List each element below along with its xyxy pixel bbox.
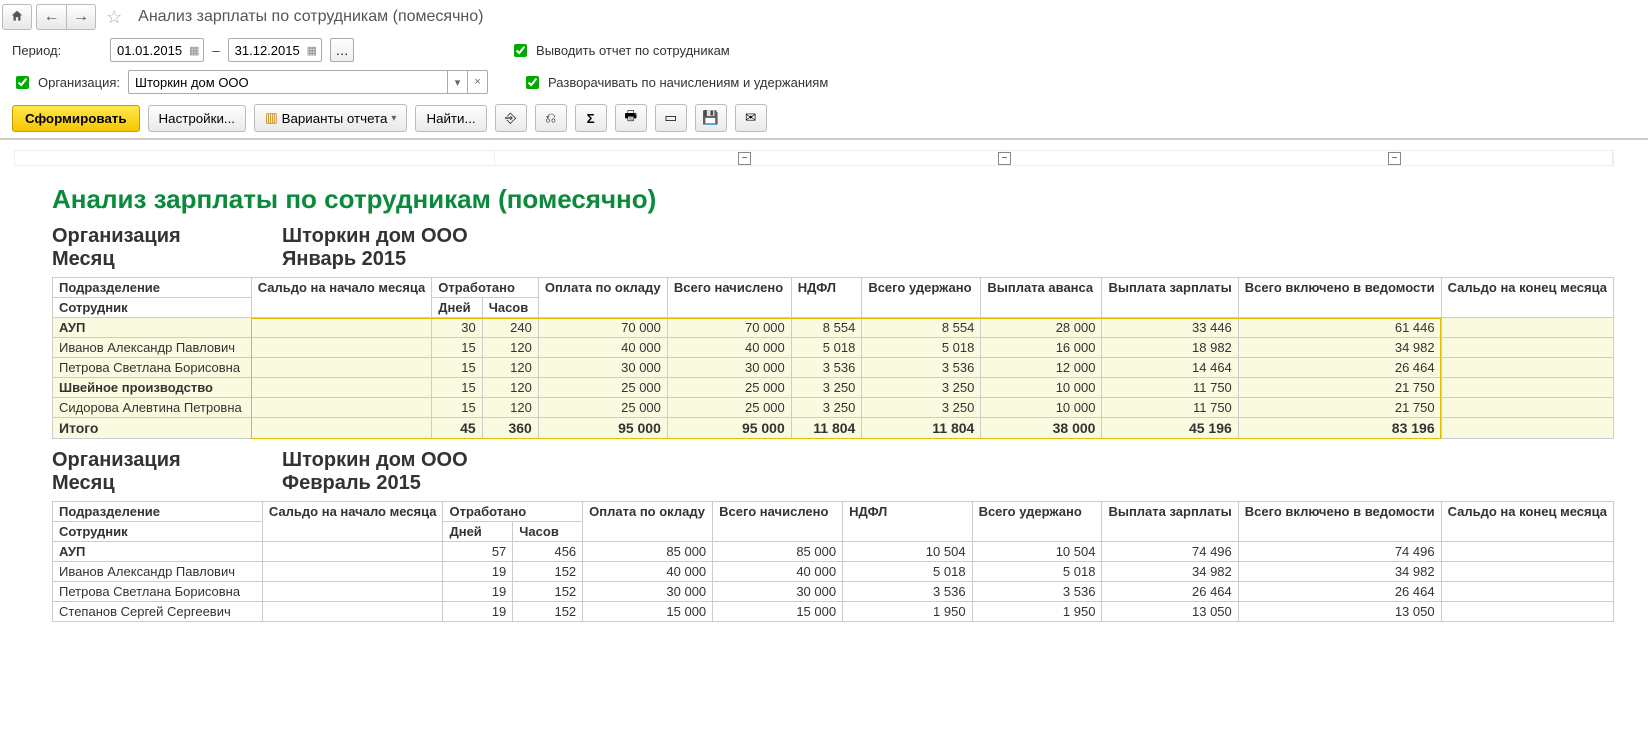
- envelope-icon: ✉: [745, 110, 756, 126]
- email-button[interactable]: ✉: [735, 104, 767, 132]
- preview-button[interactable]: ▭: [655, 104, 687, 132]
- organization-input[interactable]: ▾ ×: [128, 70, 488, 94]
- th-payout: Выплата зарплаты: [1102, 278, 1238, 318]
- date-to-field[interactable]: [233, 42, 303, 59]
- checkbox-by-employees-label: Выводить отчет по сотрудникам: [536, 43, 730, 58]
- report-table-february: Подразделение Сальдо на начало месяца От…: [52, 501, 1614, 622]
- table-row[interactable]: Иванов Александр Павлович1512040 00040 0…: [53, 338, 1614, 358]
- table-row[interactable]: Петрова Светлана Борисовна1512030 00030 …: [53, 358, 1614, 378]
- save-button[interactable]: 💾: [695, 104, 727, 132]
- arrow-left-icon: ←: [44, 8, 60, 26]
- page-icon: ▭: [664, 110, 677, 126]
- checkbox-expand-label: Разворачивать по начислениям и удержания…: [548, 75, 828, 90]
- th-worked: Отработано: [432, 278, 539, 298]
- table-row[interactable]: Петрова Светлана Борисовна1915230 00030 …: [53, 582, 1614, 602]
- organization-dropdown-button[interactable]: ▾: [447, 71, 467, 93]
- page-title: Анализ зарплаты по сотрудникам (помесячн…: [138, 8, 483, 26]
- disk-icon: 💾: [702, 110, 719, 126]
- calendar-icon[interactable]: ▦: [189, 44, 199, 57]
- expand-groups-button[interactable]: ⎆: [495, 104, 527, 132]
- favorite-star-icon[interactable]: ☆: [106, 7, 122, 28]
- period-label: Период:: [12, 43, 102, 58]
- generate-button[interactable]: Сформировать: [12, 105, 140, 132]
- th-ndfl: НДФЛ: [791, 278, 862, 318]
- sum-button[interactable]: Σ: [575, 104, 607, 132]
- month-block-january: Организация Шторкин дом ООО Месяц Январь 2…: [52, 225, 1614, 271]
- organization-clear-button[interactable]: ×: [467, 71, 487, 93]
- expand-icon: ⎆: [505, 110, 516, 126]
- home-icon: [10, 9, 24, 26]
- printer-icon: 🖶: [624, 107, 637, 129]
- th-accrued: Всего начислено: [667, 278, 791, 318]
- variants-icon: ▥: [265, 110, 278, 126]
- home-button[interactable]: [2, 4, 32, 30]
- chevron-down-icon: ▾: [391, 113, 396, 124]
- find-button[interactable]: Найти...: [415, 105, 486, 132]
- table-row[interactable]: Иванов Александр Павлович1915240 00040 0…: [53, 562, 1614, 582]
- checkbox-organization[interactable]: Организация:: [12, 73, 120, 92]
- date-dash: –: [212, 43, 219, 58]
- month-key: Месяц: [52, 248, 272, 271]
- checkbox-expand-input[interactable]: [526, 76, 539, 89]
- sigma-icon: Σ: [587, 111, 595, 126]
- checkbox-organization-input[interactable]: [16, 76, 29, 89]
- arrow-right-icon: →: [73, 8, 89, 26]
- organization-field[interactable]: [129, 75, 447, 90]
- th-saldo-start: Сальдо на начало месяца: [251, 278, 432, 318]
- date-to-input[interactable]: ▦: [228, 38, 322, 62]
- report-heading: Анализ зарплаты по сотрудникам (помесячн…: [52, 184, 1614, 215]
- th-dept: Подразделение: [53, 278, 252, 298]
- settings-button[interactable]: Настройки...: [148, 105, 246, 132]
- org-val: Шторкин дом ООО: [282, 225, 468, 248]
- table-row[interactable]: Швейное производство1512025 00025 0003 2…: [53, 378, 1614, 398]
- nav-back-button[interactable]: ←: [36, 4, 66, 30]
- total-row[interactable]: Итого4536095 00095 00011 80411 80438 000…: [53, 418, 1614, 439]
- nav-forward-button[interactable]: →: [66, 4, 96, 30]
- table-row[interactable]: АУП5745685 00085 00010 50410 50474 49674…: [53, 542, 1614, 562]
- checkbox-by-employees[interactable]: Выводить отчет по сотрудникам: [510, 41, 730, 60]
- th-salary-pay: Оплата по окладу: [538, 278, 667, 318]
- month-val-feb: Февраль 2015: [282, 472, 421, 495]
- month-val-jan: Январь 2015: [282, 248, 406, 271]
- table-row[interactable]: АУП3024070 00070 0008 5548 55428 00033 4…: [53, 318, 1614, 338]
- checkbox-by-employees-input[interactable]: [514, 44, 527, 57]
- collapse-icon: ⎌: [545, 110, 556, 126]
- checkbox-expand[interactable]: Разворачивать по начислениям и удержания…: [522, 73, 828, 92]
- month-block-february: ОрганизацияШторкин дом ООО МесяцФевраль …: [52, 449, 1614, 495]
- th-emp: Сотрудник: [53, 298, 252, 318]
- column-collapse-strip: − − −: [14, 150, 1614, 166]
- th-advance: Выплата аванса: [981, 278, 1102, 318]
- date-from-input[interactable]: ▦: [110, 38, 204, 62]
- table-row[interactable]: Сидорова Алевтина Петровна1512025 00025 …: [53, 398, 1614, 418]
- org-key: Организация: [52, 225, 272, 248]
- calendar-icon[interactable]: ▦: [307, 44, 317, 57]
- organization-label: Организация:: [38, 75, 120, 90]
- date-from-field[interactable]: [115, 42, 185, 59]
- th-hours: Часов: [482, 298, 538, 318]
- print-button[interactable]: 🖶: [615, 104, 647, 132]
- table-row[interactable]: Степанов Сергей Сергеевич1915215 00015 0…: [53, 602, 1614, 622]
- report-table-january: Подразделение Сальдо на начало месяца От…: [52, 277, 1614, 439]
- report-variants-button[interactable]: ▥ Варианты отчета ▾: [254, 104, 407, 132]
- th-saldo-end: Сальдо на конец месяца: [1441, 278, 1613, 318]
- th-included: Всего включено в ведомости: [1238, 278, 1441, 318]
- period-more-button[interactable]: …: [330, 38, 354, 62]
- collapse-groups-button[interactable]: ⎌: [535, 104, 567, 132]
- th-withheld: Всего удержано: [862, 278, 981, 318]
- th-days: Дней: [432, 298, 482, 318]
